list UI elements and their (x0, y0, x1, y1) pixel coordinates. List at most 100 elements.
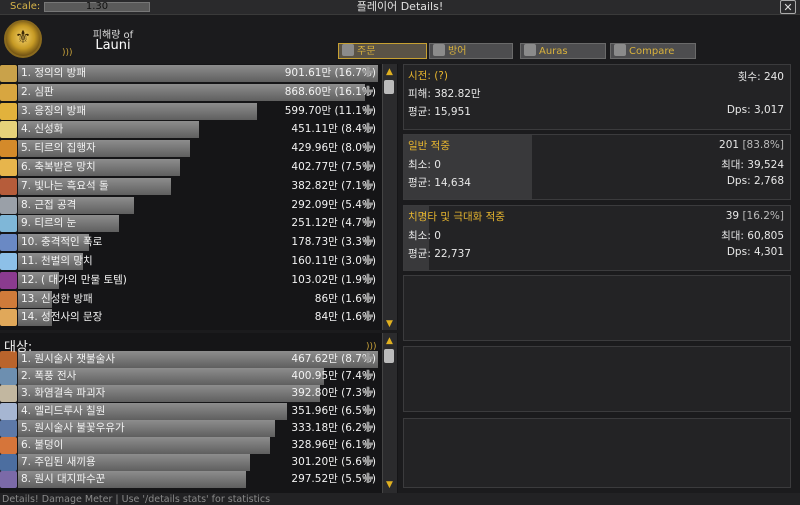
cast-count: 횟수: 240 (737, 71, 784, 83)
tab-auras[interactable]: Auras (520, 43, 606, 59)
spell-row[interactable]: 6. 축복받은 망치 402.77만 (7.5%) (18, 159, 378, 176)
spell-label: 10. 충격적인 폭로 (21, 236, 103, 249)
normal-hit-box: 일반 적중 201 [83.8%] 최소: 0 최대: 39,524 평균: 1… (403, 134, 791, 200)
shield-icon (433, 44, 445, 56)
crit-hit-dps: Dps: 4,301 (726, 246, 784, 258)
expand-icon[interactable]: ✚ (361, 254, 375, 268)
expand-icon[interactable]: ✚ (361, 66, 375, 80)
scroll-thumb[interactable] (384, 349, 394, 363)
spell-row[interactable]: 11. 천벌의 망치 160.11만 (3.0%) (18, 253, 378, 270)
tab-defense[interactable]: 방어 (429, 43, 513, 59)
target-row[interactable]: 7. 주입된 새끼용 301.20만 (5.6%) (18, 454, 378, 472)
spell-row[interactable]: 4. 신성화 451.11만 (8.4%) (18, 121, 378, 139)
close-button[interactable]: ✕ (780, 0, 796, 14)
aura-icon (524, 44, 536, 56)
target-row[interactable]: 1. 원시술사 잿불술사 467.62만 (8.7%) (18, 351, 378, 368)
target-icon (0, 385, 17, 403)
target-row[interactable]: 4. 엘리드루사 칠원 351.96만 (6.5%) (18, 402, 378, 420)
normal-hit-title: 일반 적중 (408, 140, 450, 152)
spell-row[interactable]: 3. 응징의 방패 599.70만 (11.1%) (18, 102, 378, 120)
tab-compare[interactable]: Compare (610, 43, 696, 59)
target-label: 5. 원시술사 불꽃우유가 (21, 421, 125, 434)
expand-icon[interactable]: ✚ (361, 198, 375, 212)
spell-scrollbar[interactable] (382, 64, 397, 330)
spell-icon (0, 234, 17, 252)
target-row[interactable]: 2. 폭풍 전사 400.95만 (7.4%) (18, 368, 378, 386)
expand-icon[interactable]: ✚ (361, 85, 375, 99)
scroll-down-icon[interactable]: ▼ (383, 479, 396, 491)
target-icon (0, 471, 17, 489)
expand-icon[interactable]: ✚ (361, 369, 375, 383)
target-row[interactable]: 3. 화염결속 파괴자 392.80만 (7.3%) (18, 385, 378, 403)
target-row[interactable]: 5. 원시술사 불꽃우유가 333.18만 (6.2%) (18, 419, 378, 437)
scroll-up-icon[interactable]: ▲ (383, 66, 396, 78)
expand-icon[interactable]: ✚ (361, 216, 375, 230)
cast-average: 평균: 15,951 (408, 106, 471, 118)
normal-hit-dps: Dps: 2,768 (726, 175, 784, 187)
expand-icon[interactable]: ✚ (361, 160, 375, 174)
target-list: 1. 원시술사 잿불술사 467.62만 (8.7%) ✚ 2. 폭풍 전사 400.9… (0, 333, 398, 493)
expand-icon[interactable]: ✚ (361, 386, 375, 400)
expand-icon[interactable]: ✚ (361, 421, 375, 435)
cast-detail-box: 시전: (?) 횟수: 240 피해: 382.82만 평균: 15,951 D… (403, 64, 791, 130)
signal-icon: ))) (62, 48, 73, 58)
expand-icon[interactable]: ✚ (361, 104, 375, 118)
spell-label: 5. 티르의 집행자 (21, 142, 96, 155)
spell-icon (0, 290, 17, 308)
spell-row[interactable]: 1. 정의의 방패 901.61만 (16.7%) (18, 65, 378, 82)
spell-label: 2. 심판 (21, 85, 54, 98)
expand-icon[interactable]: ✚ (361, 310, 375, 324)
scroll-up-icon[interactable]: ▲ (383, 335, 396, 347)
spell-icon (0, 196, 17, 214)
spell-icon (0, 215, 17, 233)
spell-label: 11. 천벌의 망치 (21, 255, 93, 267)
spell-row[interactable]: 7. 빛나는 흑요석 돌 382.82만 (7.1%) (18, 177, 378, 195)
expand-icon[interactable]: ✚ (361, 292, 375, 306)
expand-icon[interactable]: ✚ (361, 141, 375, 155)
spell-row[interactable]: 13. 신성한 방패 86만 (1.6%) (18, 290, 378, 308)
scroll-down-icon[interactable]: ▼ (383, 318, 396, 330)
tab-spells[interactable]: 주문 (338, 43, 427, 59)
expand-icon[interactable]: ✚ (361, 352, 375, 366)
signal-icon: ))) (366, 342, 377, 352)
target-icon (0, 454, 17, 472)
cast-title: 시전: (?) (408, 70, 448, 82)
spell-row[interactable]: 12. ( 대가의 만물 토템) 103.02만 (1.9%) (18, 271, 378, 289)
target-row[interactable]: 8. 원시 대지파수꾼 297.52만 (5.5%) (18, 471, 378, 489)
expand-icon[interactable]: ✚ (361, 122, 375, 136)
expand-icon[interactable]: ✚ (361, 404, 375, 418)
expand-icon[interactable]: ✚ (361, 438, 375, 452)
spell-row[interactable]: 14. 성전사의 문장 84만 (1.6%) (18, 309, 378, 327)
scale-value: 1.30 (85, 1, 109, 12)
scroll-thumb[interactable] (384, 80, 394, 94)
normal-hit-average: 평균: 14,634 (408, 177, 471, 189)
expand-icon[interactable]: ✚ (361, 235, 375, 249)
spell-icon (0, 177, 17, 195)
empty-detail-box (403, 275, 791, 341)
crown-icon (614, 44, 626, 56)
spell-icon (0, 83, 17, 101)
empty-detail-box (403, 346, 791, 412)
expand-icon[interactable]: ✚ (361, 472, 375, 486)
expand-icon[interactable]: ✚ (361, 273, 375, 287)
spell-row[interactable]: 10. 충격적인 폭로 178.73만 (3.3%) (18, 234, 378, 252)
sword-icon (342, 44, 354, 56)
spell-row[interactable]: 9. 티르의 눈 251.12만 (4.7%) (18, 215, 378, 233)
player-name: Launi (95, 38, 131, 53)
paladin-class-icon: ⚜ (4, 20, 42, 58)
spell-row[interactable]: 8. 근접 공격 292.09만 (5.4%) (18, 196, 378, 214)
spell-label: 14. 성전사의 문장 (21, 311, 103, 324)
expand-icon[interactable]: ✚ (361, 179, 375, 193)
target-row[interactable]: 6. 불덩이 328.96만 (6.1%) (18, 437, 378, 454)
normal-hit-count: 201 [83.8%] (719, 139, 784, 151)
spell-list: 1. 정의의 방패 901.61만 (16.7%) ✚ 2. 심판 868.60만 (1… (0, 64, 398, 330)
spell-icon (0, 65, 17, 82)
crit-hit-max: 최대: 60,805 (721, 230, 784, 242)
spell-label: 7. 빛나는 흑요석 돌 (21, 179, 109, 192)
cast-dps: Dps: 3,017 (726, 104, 784, 116)
expand-icon[interactable]: ✚ (361, 455, 375, 469)
spell-row[interactable]: 2. 심판 868.60만 (16.1%) (18, 83, 378, 101)
spell-label: 3. 응징의 방패 (21, 104, 86, 117)
target-label: 3. 화염결속 파괴자 (21, 387, 106, 400)
spell-row[interactable]: 5. 티르의 집행자 429.96만 (8.0%) (18, 140, 378, 158)
